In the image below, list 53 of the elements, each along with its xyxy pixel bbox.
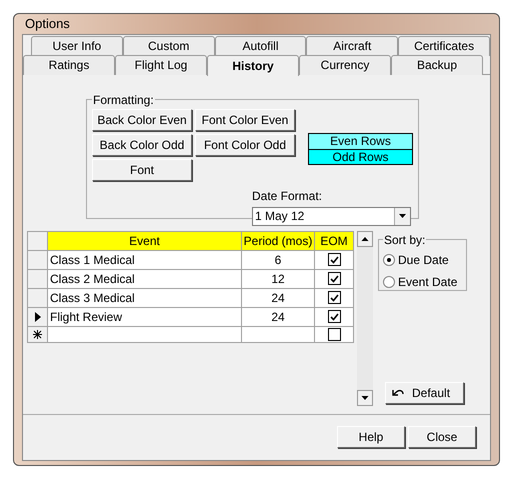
tab[interactable]: Aircraft: [306, 36, 398, 56]
push-button[interactable]: Back Color Odd: [92, 134, 192, 156]
radio-label: Event Date: [398, 274, 458, 290]
new-row-asterisk-icon: [33, 330, 42, 338]
group-title: Formatting:: [92, 92, 155, 108]
row-selector[interactable]: [28, 307, 48, 326]
dialog-button[interactable]: Help: [337, 426, 405, 448]
date-format-dropdown[interactable]: 1 May 12: [252, 206, 411, 226]
tab[interactable]: Backup: [391, 54, 483, 74]
tab[interactable]: History: [207, 54, 299, 76]
tab[interactable]: Autofill: [214, 36, 306, 56]
tab[interactable]: User Info: [31, 36, 123, 56]
current-row-arrow-icon: [34, 312, 40, 322]
default-button[interactable]: Default: [385, 382, 464, 404]
scroll-down-icon[interactable]: [357, 390, 373, 406]
undo-arrow-icon: [392, 388, 404, 396]
table-cell: Class 2 Medical: [48, 269, 242, 288]
vertical-scrollbar[interactable]: [357, 230, 373, 406]
tab[interactable]: Custom: [122, 36, 215, 56]
column-header: Period (mos): [242, 231, 314, 250]
checkbox[interactable]: [328, 291, 340, 304]
tab[interactable]: Currency: [299, 54, 391, 74]
checkbox[interactable]: [328, 253, 340, 266]
color-swatch: Odd Rows: [309, 148, 412, 164]
radio-label: Due Date: [398, 252, 449, 268]
radio-button[interactable]: [383, 276, 395, 288]
table-cell: 6: [242, 250, 314, 269]
tab[interactable]: Ratings: [23, 54, 115, 74]
column-header: EOM: [314, 231, 354, 250]
dialog-button[interactable]: Close: [408, 426, 476, 448]
tab[interactable]: Certificates: [398, 36, 490, 56]
table-cell: 12: [242, 269, 314, 288]
table-cell: Class 3 Medical: [48, 288, 242, 307]
checkbox[interactable]: [328, 272, 340, 285]
checkbox[interactable]: [328, 310, 340, 323]
color-swatch: Even Rows: [309, 134, 412, 148]
push-button[interactable]: Font: [92, 158, 192, 180]
push-button[interactable]: Font Color Odd: [195, 134, 295, 156]
checkbox[interactable]: [328, 328, 340, 340]
push-button[interactable]: Back Color Even: [92, 108, 192, 130]
column-header: Event: [48, 231, 242, 250]
table-cell: 24: [242, 288, 314, 307]
table-cell: Class 1 Medical: [48, 250, 242, 269]
scroll-up-icon[interactable]: [357, 230, 373, 246]
table-cell: Flight Review: [48, 307, 242, 326]
table-cell: 24: [242, 307, 314, 326]
tab[interactable]: Flight Log: [115, 54, 207, 74]
window-title: Options: [24, 15, 71, 33]
group-title: Sort by:: [383, 232, 426, 248]
push-button[interactable]: Font Color Even: [195, 108, 295, 130]
field-label: Date Format:: [252, 188, 324, 204]
radio-button[interactable]: [383, 254, 395, 266]
row-selector[interactable]: [28, 326, 48, 342]
